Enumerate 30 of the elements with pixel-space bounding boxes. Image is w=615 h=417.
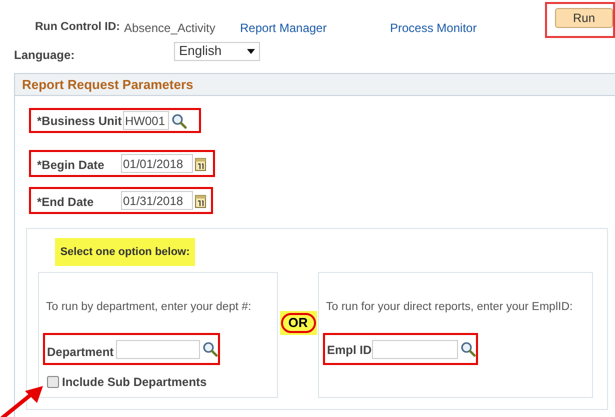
field-label: Department — [47, 344, 115, 362]
input-field[interactable]: 01/01/2018 — [121, 154, 193, 173]
field-label: Empl ID — [327, 342, 372, 360]
field-label: *End Date — [37, 194, 95, 211]
calendar-icon[interactable] — [195, 156, 206, 170]
report-manager-link[interactable]: Report Manager — [240, 19, 390, 37]
panel-title: Report Request Parameters — [22, 76, 194, 94]
checkbox-label: Include Sub Departments — [62, 374, 207, 392]
process-monitor-link[interactable]: Process Monitor — [390, 19, 477, 37]
field-label: Language: — [14, 47, 76, 64]
calendar-icon[interactable] — [195, 194, 206, 208]
instruction-highlight: Select one option below: — [55, 238, 195, 266]
input-field[interactable]: 01/31/2018 — [121, 191, 193, 210]
field-value: Absence_Activity — [124, 20, 216, 37]
search-icon[interactable] — [202, 341, 218, 358]
field-label: *Begin Date — [37, 157, 106, 174]
instruction-text: To run for your direct reports, enter your EmplID: — [326, 300, 574, 315]
instruction-text: To run by department, enter your dept #: — [46, 300, 252, 315]
run-button[interactable]: Run — [555, 8, 613, 28]
search-icon[interactable] — [460, 341, 476, 358]
checkbox[interactable] — [47, 376, 59, 388]
caret-icon — [247, 48, 255, 54]
input-field[interactable] — [116, 340, 200, 359]
field-label: Run Control ID: — [35, 20, 121, 35]
field-label: *Business Unit — [37, 112, 123, 130]
input-field[interactable]: HW001 — [123, 111, 169, 130]
language-dropdown[interactable]: English — [174, 42, 260, 60]
input-field[interactable] — [372, 340, 458, 359]
search-icon[interactable] — [171, 112, 187, 128]
or-badge: OR — [280, 311, 316, 335]
